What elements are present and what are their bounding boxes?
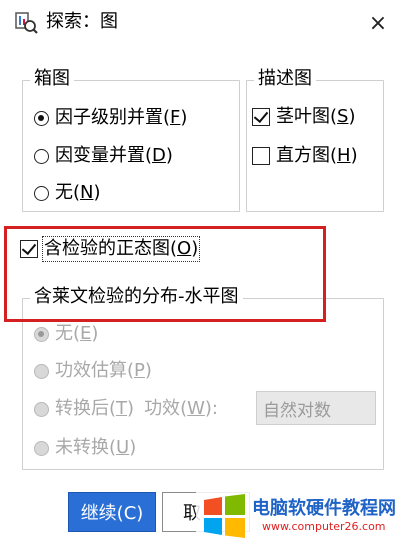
radio-button[interactable]	[34, 110, 49, 126]
descriptive-option-histogram[interactable]: 直方图(H)	[252, 145, 358, 167]
boxplot-option-none[interactable]: 无(N)	[34, 182, 101, 204]
option-key: N	[80, 182, 94, 203]
power-key: W	[187, 398, 205, 419]
radio-button[interactable]	[34, 440, 49, 456]
option-key: F	[170, 107, 181, 128]
checkbox[interactable]	[252, 147, 270, 165]
option-label: 无	[55, 323, 73, 344]
option-label: 茎叶图	[276, 106, 330, 127]
windows-logo	[200, 492, 248, 540]
watermark-url: www.computer26.com	[262, 520, 386, 533]
option-label: 因变量并置	[55, 145, 145, 166]
levene-option-power-estimate[interactable]: 功效估算(P)	[34, 360, 152, 382]
option-label: 转换后	[55, 398, 109, 419]
option-key: U	[116, 437, 130, 458]
option-key: E	[80, 323, 92, 344]
option-key: S	[337, 106, 349, 127]
power-label: 功效	[144, 398, 181, 419]
radio-button[interactable]	[34, 326, 49, 342]
normality-checkbox-row[interactable]: 含检验的正态图(O)	[20, 236, 201, 262]
option-label: 无	[55, 182, 73, 203]
radio-button[interactable]	[34, 148, 49, 164]
radio-button[interactable]	[34, 185, 49, 201]
normality-label: 含检验的正态图(O)	[41, 236, 201, 262]
option-key: P	[134, 360, 145, 381]
boxplot-legend: 箱图	[30, 68, 74, 90]
levene-option-untransformed[interactable]: 未转换(U)	[34, 437, 136, 459]
window-title: 探索：图	[46, 11, 118, 32]
power-combo[interactable]: 自然对数	[256, 391, 376, 425]
levene-legend: 含莱文检验的分布-水平图	[30, 286, 243, 308]
checkbox[interactable]	[252, 108, 270, 126]
radio-button[interactable]	[34, 401, 49, 417]
descriptive-legend: 描述图	[254, 68, 316, 90]
option-label: 直方图	[276, 145, 330, 166]
close-button[interactable]: ×	[360, 6, 396, 40]
option-label: 功效估算	[55, 360, 127, 381]
descriptive-option-stemleaf[interactable]: 茎叶图(S)	[252, 106, 356, 128]
checkbox[interactable]	[20, 240, 38, 258]
option-label: 未转换	[55, 437, 109, 458]
levene-option-none[interactable]: 无(E)	[34, 323, 98, 345]
boxplot-option-dependent[interactable]: 因变量并置(D)	[34, 145, 173, 167]
continue-button[interactable]: 继续(C)	[68, 492, 156, 532]
levene-option-transformed[interactable]: 转换后(T) 功效(W):	[34, 398, 218, 420]
option-label: 因子级别并置	[55, 107, 163, 128]
app-icon	[14, 10, 38, 34]
watermark-title: 电脑软硬件教程网	[252, 498, 396, 519]
radio-button[interactable]	[34, 363, 49, 379]
close-icon: ×	[368, 10, 388, 36]
option-key: D	[152, 145, 166, 166]
boxplot-option-factor[interactable]: 因子级别并置(F)	[34, 107, 187, 129]
option-key: T	[116, 398, 128, 419]
option-key: H	[337, 145, 351, 166]
